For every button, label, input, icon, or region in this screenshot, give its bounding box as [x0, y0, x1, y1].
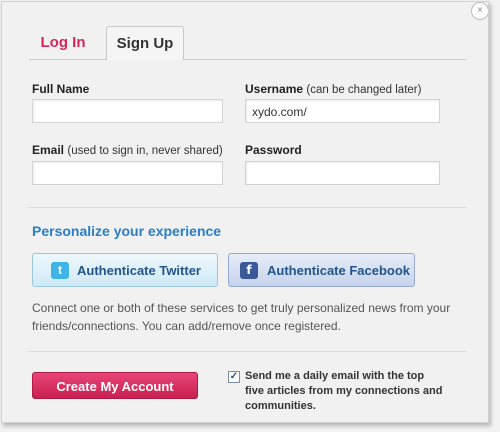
twitter-button-label: Authenticate Twitter: [77, 263, 201, 278]
full-name-input[interactable]: [32, 99, 223, 123]
daily-email-label: Send me a daily email with the top five …: [245, 370, 443, 412]
twitter-icon: t: [51, 262, 69, 279]
username-input[interactable]: xydo.com/: [245, 99, 440, 123]
username-label: Username (can be changed later): [245, 82, 421, 96]
tab-log-in[interactable]: Log In: [29, 26, 97, 60]
email-label: Email (used to sign in, never shared): [32, 143, 223, 157]
daily-email-checkbox[interactable]: ✓: [228, 371, 240, 383]
password-input[interactable]: [245, 161, 440, 185]
username-label-text: Username: [245, 82, 304, 96]
tab-sign-up[interactable]: Sign Up: [106, 26, 184, 60]
personalize-heading: Personalize your experience: [32, 223, 222, 239]
close-icon[interactable]: ×: [471, 2, 488, 20]
section-divider-bottom: [29, 351, 466, 352]
authenticate-twitter-button[interactable]: t Authenticate Twitter: [32, 253, 218, 287]
personalize-description: Connect one or both of these services to…: [32, 301, 451, 333]
email-hint: (used to sign in, never shared): [67, 145, 223, 157]
tab-divider: [29, 59, 466, 60]
create-account-button[interactable]: Create My Account: [32, 372, 198, 399]
facebook-icon: f: [240, 262, 258, 279]
password-label-text: Password: [245, 143, 302, 157]
full-name-label: Full Name: [32, 82, 89, 96]
facebook-button-label: Authenticate Facebook: [267, 263, 411, 278]
full-name-label-text: Full Name: [32, 82, 90, 96]
password-label: Password: [245, 143, 302, 157]
section-divider-top: [29, 207, 466, 208]
active-tab-gap: [107, 59, 182, 60]
email-label-text: Email: [32, 143, 65, 157]
username-hint: (can be changed later): [306, 84, 422, 96]
email-input[interactable]: [32, 161, 223, 185]
authenticate-facebook-button[interactable]: f Authenticate Facebook: [228, 253, 415, 287]
signup-dialog: × Log In Sign Up Full Name Username (can…: [1, 1, 489, 423]
